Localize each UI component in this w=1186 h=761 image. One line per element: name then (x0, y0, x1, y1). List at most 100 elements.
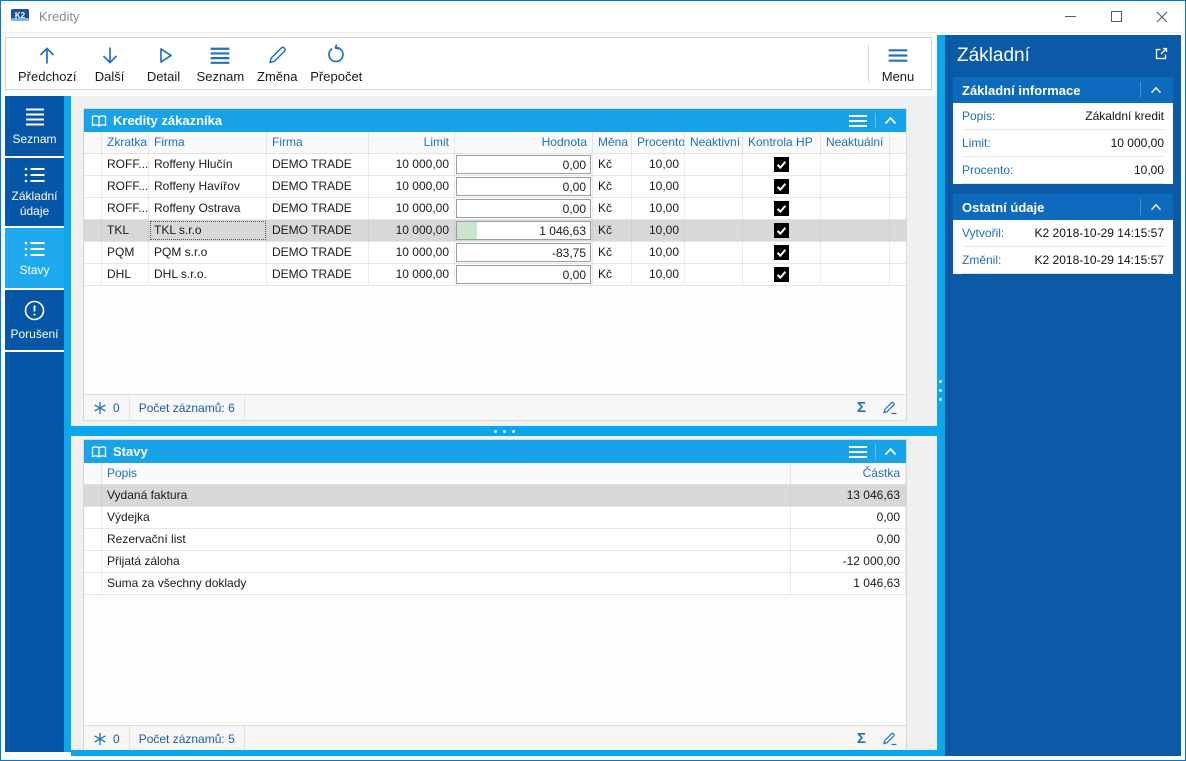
detail-button[interactable]: Detail (137, 40, 191, 87)
credits-table-row[interactable]: PQM PQM s.r.o DEMO TRADE 10 000,00 -83,75 Kč 1… (84, 242, 906, 264)
row-selector-cell[interactable] (84, 551, 102, 572)
checkbox-checked-icon[interactable] (774, 201, 789, 216)
hodnota-input[interactable]: 0,00 (456, 199, 591, 218)
row-selector-cell[interactable] (84, 529, 102, 550)
column-header[interactable]: Procento (632, 132, 685, 153)
cell-mena[interactable]: Kč (593, 220, 632, 241)
section-header[interactable]: Ostatní údaje (953, 194, 1173, 220)
table-menu-button[interactable] (841, 109, 875, 132)
column-header[interactable]: Hodnota (455, 132, 593, 153)
cell-hodnota[interactable]: 0,00 (455, 198, 593, 219)
credits-table-row[interactable]: ROFF... Roffeny Havířov DEMO TRADE 10 000,0… (84, 176, 906, 198)
sidebar-item-seznam[interactable]: Seznam (5, 96, 64, 158)
list-button[interactable]: Seznam (191, 40, 251, 87)
cell-firma[interactable]: Roffeny Hlučín (149, 154, 267, 175)
cell-limit[interactable]: 10 000,00 (369, 264, 455, 285)
column-header[interactable]: Kontrola HP (743, 132, 821, 153)
cell-kontrola-hp[interactable] (743, 242, 821, 263)
cell-limit[interactable]: 10 000,00 (369, 242, 455, 263)
cell-limit[interactable]: 10 000,00 (369, 198, 455, 219)
cell-firma[interactable]: Roffeny Havířov (149, 176, 267, 197)
cell-firma[interactable]: Roffeny Ostrava (149, 198, 267, 219)
cell-limit[interactable]: 10 000,00 (369, 154, 455, 175)
column-header[interactable]: Zkratka 1 (102, 132, 149, 153)
column-header[interactable]: Firma (267, 132, 369, 153)
cell-mena[interactable]: Kč (593, 198, 632, 219)
cell-castka[interactable]: 1 046,63 (791, 573, 906, 594)
hodnota-input[interactable]: 0,00 (456, 265, 591, 284)
row-selector-cell[interactable] (84, 198, 102, 219)
minimize-button[interactable] (1047, 1, 1093, 32)
collapse-button[interactable] (1141, 203, 1164, 211)
cell-zkratka[interactable]: TKL (102, 220, 149, 241)
credits-table-row[interactable]: ROFF... Roffeny Ostrava DEMO TRADE 10 000,0… (84, 198, 906, 220)
cell-neaktualni[interactable] (821, 176, 890, 197)
column-header[interactable]: Částka (791, 463, 906, 484)
cell-kontrola-hp[interactable] (743, 220, 821, 241)
horizontal-splitter[interactable] (71, 426, 937, 436)
menu-button[interactable]: Menu (871, 40, 925, 87)
column-header[interactable]: Firma (149, 132, 267, 153)
cell-neaktivni[interactable] (685, 176, 743, 197)
close-button[interactable] (1139, 1, 1185, 32)
row-selector-cell[interactable] (84, 485, 102, 506)
column-header[interactable]: Neaktivní (685, 132, 743, 153)
cell-zkratka[interactable]: DHL (102, 264, 149, 285)
cell-popis[interactable]: Rezervační list (102, 529, 791, 550)
cell-firma[interactable]: PQM s.r.o (149, 242, 267, 263)
cell-zkratka[interactable]: ROFF... (102, 154, 149, 175)
checkbox-checked-icon[interactable] (774, 223, 789, 238)
next-button[interactable]: Další (83, 40, 137, 87)
cell-mena[interactable]: Kč (593, 154, 632, 175)
states-table-row[interactable]: Rezervační list 0,00 (84, 529, 906, 551)
cell-kontrola-hp[interactable] (743, 154, 821, 175)
cell-mena[interactable]: Kč (593, 242, 632, 263)
checkbox-checked-icon[interactable] (774, 157, 789, 172)
cell-neaktivni[interactable] (685, 154, 743, 175)
cell-popis[interactable]: Vydaná faktura (102, 485, 791, 506)
cell-popis[interactable]: Přijatá záloha (102, 551, 791, 572)
row-selector-cell[interactable] (84, 507, 102, 528)
row-selector-cell[interactable] (84, 154, 102, 175)
cell-zkratka[interactable]: ROFF... (102, 198, 149, 219)
row-selector-cell[interactable] (84, 242, 102, 263)
sum-button[interactable]: Σ (849, 395, 874, 420)
states-table-row[interactable]: Výdejka 0,00 (84, 507, 906, 529)
maximize-button[interactable] (1093, 1, 1139, 32)
cell-castka[interactable]: 13 046,63 (791, 485, 906, 506)
cell-mena[interactable]: Kč (593, 176, 632, 197)
cell-neaktivni[interactable] (685, 242, 743, 263)
column-header[interactable]: Měna (593, 132, 632, 153)
row-selector-cell[interactable] (84, 573, 102, 594)
column-header[interactable]: Neaktuální (821, 132, 890, 153)
cell-neaktivni[interactable] (685, 264, 743, 285)
sidebar-item-zakladni-udaje[interactable]: Základní údaje (5, 158, 64, 228)
cell-hodnota[interactable]: -83,75 (455, 242, 593, 263)
cell-kontrola-hp[interactable] (743, 198, 821, 219)
cell-hodnota[interactable]: 0,00 (455, 264, 593, 285)
edit-button[interactable] (874, 726, 906, 751)
cell-mena[interactable]: Kč (593, 264, 632, 285)
cell-firma2[interactable]: DEMO TRADE (267, 242, 369, 263)
cell-firma2[interactable]: DEMO TRADE (267, 264, 369, 285)
cell-limit[interactable]: 10 000,00 (369, 176, 455, 197)
hodnota-input[interactable]: 0,00 (456, 155, 591, 174)
cell-neaktualni[interactable] (821, 198, 890, 219)
cell-procento[interactable]: 10,00 (632, 242, 685, 263)
cell-kontrola-hp[interactable] (743, 176, 821, 197)
column-header[interactable]: Popis (102, 463, 791, 484)
cell-procento[interactable]: 10,00 (632, 176, 685, 197)
checkbox-checked-icon[interactable] (774, 245, 789, 260)
cell-castka[interactable]: 0,00 (791, 529, 906, 550)
cell-procento[interactable]: 10,00 (632, 220, 685, 241)
sidebar-item-stavy[interactable]: Stavy (5, 228, 64, 290)
collapse-button[interactable] (1141, 86, 1164, 94)
cell-procento[interactable]: 10,00 (632, 264, 685, 285)
cell-firma[interactable]: TKL s.r.o (149, 220, 267, 241)
cell-firma2[interactable]: DEMO TRADE (267, 220, 369, 241)
filter-indicator[interactable]: 0 (84, 726, 130, 751)
vertical-splitter[interactable] (937, 35, 945, 756)
checkbox-checked-icon[interactable] (774, 267, 789, 282)
credits-table-row[interactable]: ROFF... Roffeny Hlučín DEMO TRADE 10 000,00… (84, 154, 906, 176)
cell-kontrola-hp[interactable] (743, 264, 821, 285)
